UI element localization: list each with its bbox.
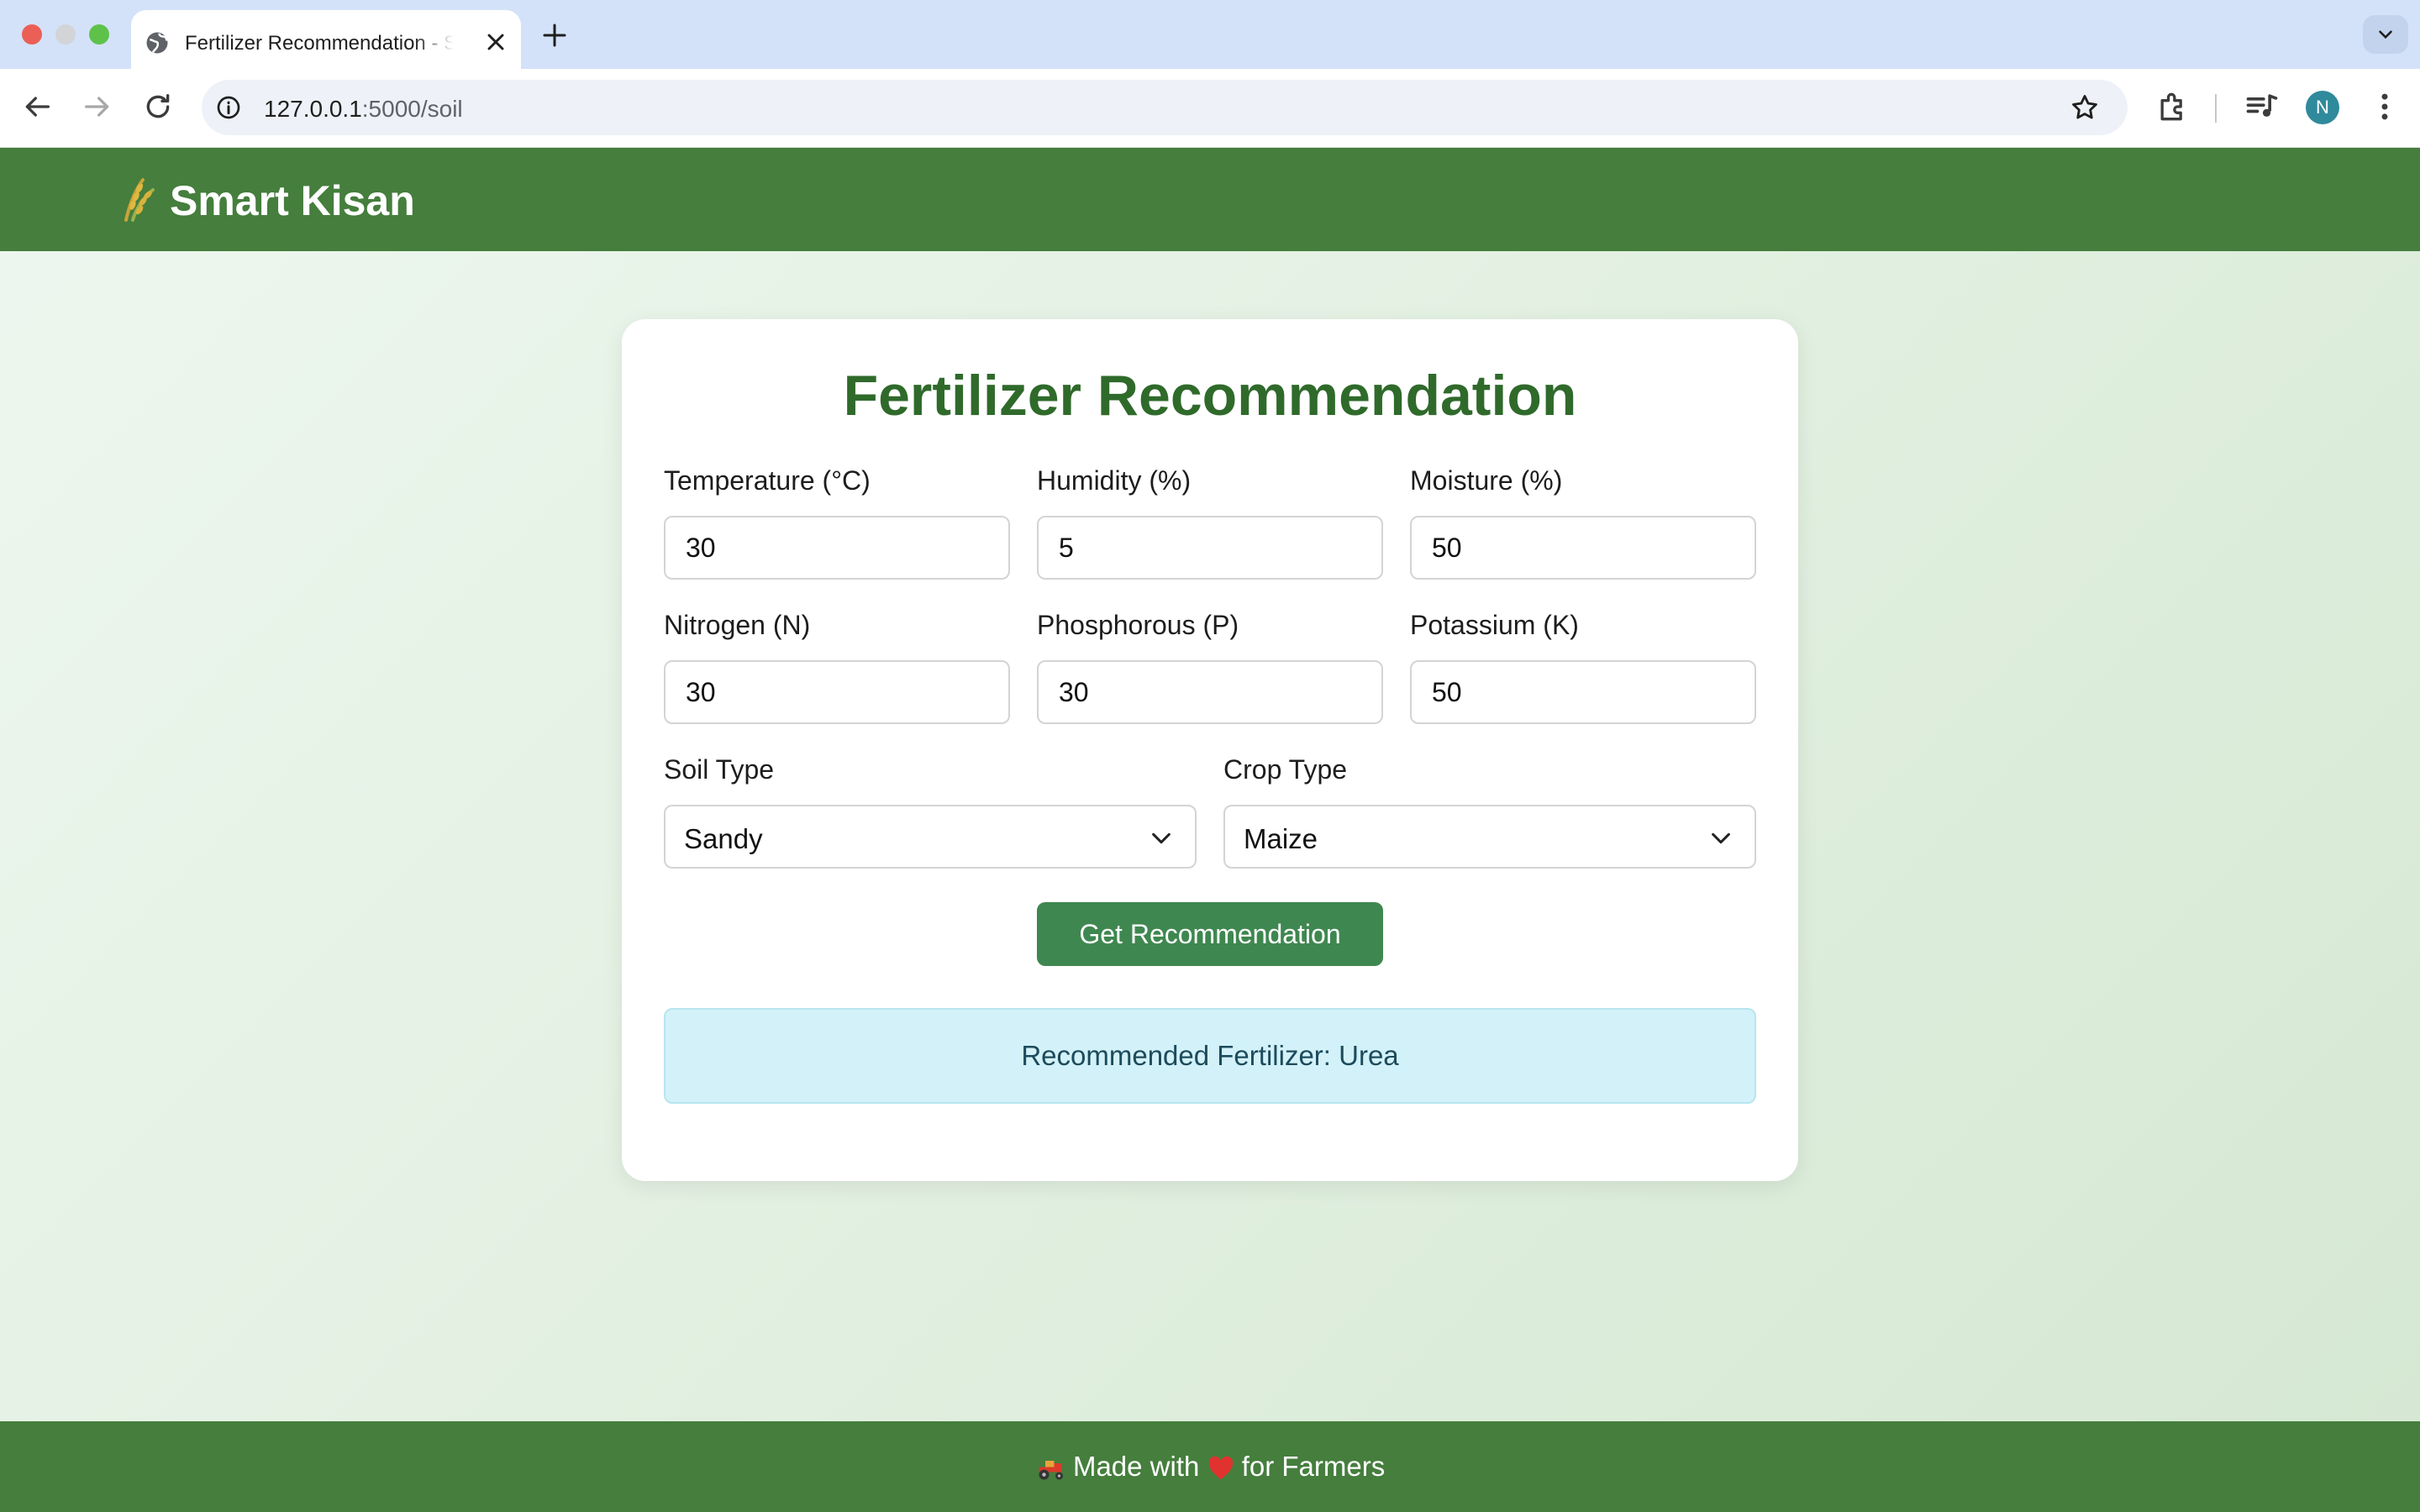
humidity-input[interactable] — [1037, 516, 1383, 580]
temperature-label: Temperature (°C) — [664, 465, 871, 496]
toolbar-separator — [2215, 94, 2217, 123]
crop-type-value: Maize — [1244, 823, 1318, 854]
close-window-button[interactable] — [22, 24, 42, 45]
browser-tab-active[interactable]: Fertilizer Recommendation - Smart Kisan — [131, 10, 521, 69]
reload-icon[interactable] — [141, 90, 175, 123]
back-arrow-icon[interactable] — [20, 90, 54, 123]
close-tab-icon[interactable] — [482, 29, 509, 55]
get-recommendation-button[interactable]: Get Recommendation — [1037, 902, 1383, 966]
browser-tab-bar: Fertilizer Recommendation - Smart Kisan — [0, 0, 2420, 69]
page-content: Smart Kisan Fertilizer Recommendation Te… — [0, 148, 2420, 1512]
potassium-input[interactable] — [1410, 660, 1756, 724]
crop-type-select[interactable]: Maize — [1223, 805, 1756, 869]
fertilizer-form-card: Fertilizer Recommendation Temperature (°… — [622, 319, 1798, 1181]
bookmark-star-icon[interactable] — [2069, 92, 2101, 123]
brand-name: Smart Kisan — [170, 177, 415, 224]
nitrogen-label: Nitrogen (N) — [664, 610, 811, 640]
site-header: Smart Kisan — [0, 148, 2420, 251]
footer-text-before: Made with — [1072, 1451, 1200, 1482]
humidity-label: Humidity (%) — [1037, 465, 1192, 496]
potassium-label: Potassium (K) — [1410, 610, 1579, 640]
new-tab-icon[interactable] — [539, 20, 570, 50]
profile-avatar[interactable]: N — [2306, 91, 2339, 124]
address-bar[interactable]: 127.0.0.1:5000/soil — [202, 80, 2128, 135]
nitrogen-input[interactable] — [664, 660, 1010, 724]
soil-type-label: Soil Type — [664, 754, 775, 785]
brand-logo[interactable]: Smart Kisan — [119, 175, 415, 225]
tractor-icon — [1039, 1461, 1063, 1480]
temperature-input[interactable] — [664, 516, 1010, 580]
heart-icon — [1208, 1456, 1233, 1480]
rice-plant-icon — [124, 178, 155, 222]
phosphorous-label: Phosphorous (P) — [1037, 610, 1239, 640]
crop-type-label: Crop Type — [1223, 754, 1348, 785]
chevron-down-icon — [1152, 832, 1171, 844]
extensions-puzzle-icon[interactable] — [2154, 88, 2191, 125]
tab-search-button[interactable] — [2363, 15, 2408, 54]
chevron-down-icon — [2379, 30, 2392, 39]
globe-icon — [146, 32, 168, 54]
soil-type-value: Sandy — [684, 823, 763, 854]
moisture-input[interactable] — [1410, 516, 1756, 580]
maximize-window-button[interactable] — [89, 24, 109, 45]
page-title: Fertilizer Recommendation — [843, 364, 1577, 428]
minimize-window-button[interactable] — [55, 24, 76, 45]
url-host: 127.0.0.1 — [264, 96, 362, 122]
footer-text-after: for Farmers — [1241, 1451, 1386, 1482]
soil-type-select[interactable]: Sandy — [664, 805, 1197, 869]
more-menu-icon[interactable] — [2366, 88, 2403, 125]
url-path: :5000/soil — [361, 96, 463, 122]
url-text[interactable]: 127.0.0.1:5000/soil — [264, 96, 463, 123]
media-controls-icon[interactable] — [2244, 88, 2281, 125]
tab-title: Fertilizer Recommendation - Smart Kisan — [185, 32, 454, 55]
phosphorous-input[interactable] — [1037, 660, 1383, 724]
site-footer: Made with for Farmers — [0, 1421, 2420, 1512]
browser-toolbar: 127.0.0.1:5000/soil N — [0, 69, 2420, 148]
forward-arrow-icon[interactable] — [81, 90, 114, 123]
moisture-label: Moisture (%) — [1410, 465, 1563, 496]
chevron-down-icon — [1712, 832, 1730, 844]
recommendation-result: Recommended Fertilizer: Urea — [664, 1008, 1756, 1104]
site-info-icon[interactable] — [215, 94, 242, 121]
